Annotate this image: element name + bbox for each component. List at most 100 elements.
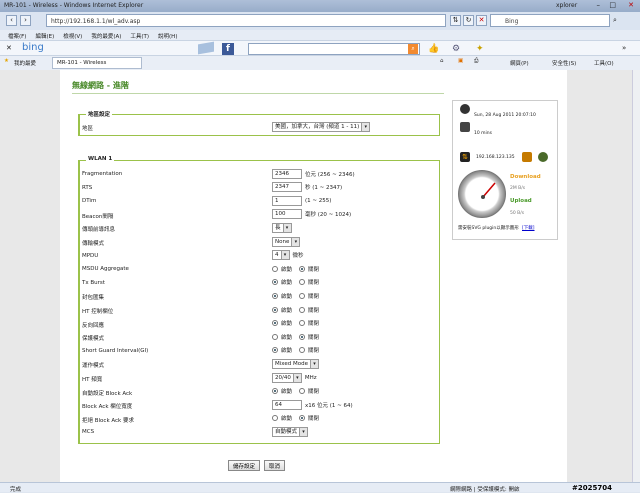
bing-search-input[interactable] xyxy=(248,43,420,55)
setting-select[interactable]: 20/40 ▾ xyxy=(272,372,302,383)
mail-icon[interactable] xyxy=(198,41,214,55)
bing-search-button[interactable]: ⌕ xyxy=(408,44,418,54)
close-toolbar-icon[interactable]: ✕ xyxy=(6,44,12,52)
home-icon[interactable]: ⌂ xyxy=(440,58,444,64)
gauge-needle xyxy=(481,182,496,199)
setting-input[interactable]: 64 xyxy=(272,399,302,410)
chevron-down-icon: ▾ xyxy=(282,223,291,232)
setting-select[interactable]: None ▾ xyxy=(272,236,301,247)
setting-field: Mixed Mode ▾ xyxy=(272,358,319,369)
toolbar-options-icon[interactable]: » xyxy=(622,44,626,52)
setting-row: 傳頭前導訊息 長 ▾ xyxy=(82,222,442,234)
radio-enable[interactable] xyxy=(272,388,278,395)
radio-disable[interactable] xyxy=(299,306,306,313)
radio-enable[interactable] xyxy=(272,347,278,354)
setting-select[interactable]: Mixed Mode ▾ xyxy=(272,358,319,369)
refresh-icon[interactable]: ↻ xyxy=(463,15,474,26)
setting-select[interactable]: 自動模式 ▾ xyxy=(272,426,309,437)
menu-edit[interactable]: 編輯(E) xyxy=(35,32,54,40)
chevron-down-icon: ▾ xyxy=(299,427,308,436)
tab-mr101[interactable]: MR-101 - Wireless xyxy=(52,57,142,69)
setting-row: HT 頻寬 20/40 ▾ MHz xyxy=(82,372,442,384)
minimize-icon[interactable]: – xyxy=(597,1,601,9)
save-button[interactable]: 儲存設定 xyxy=(228,460,261,471)
radio-disable[interactable] xyxy=(299,333,306,340)
region-value: 美國，加拿大，台灣 (頻道 1 - 11) xyxy=(275,123,360,130)
setting-label: Beacon間隔 xyxy=(82,213,114,220)
sparkle-icon[interactable]: ✦ xyxy=(476,44,484,54)
feeds-icon[interactable]: ▣ xyxy=(458,58,463,64)
menu-help[interactable]: 說明(H) xyxy=(158,32,177,40)
radio-enable[interactable] xyxy=(272,333,278,340)
status-widget xyxy=(452,100,558,240)
radio-enable[interactable] xyxy=(272,320,278,327)
setting-input[interactable]: 2347 xyxy=(272,182,302,193)
setting-label: 保護模式 xyxy=(82,336,105,343)
setting-suffix: 位元 (256 ~ 2346) xyxy=(305,171,355,178)
radio-enable[interactable] xyxy=(272,265,278,272)
select-value: Mixed Mode xyxy=(275,360,308,367)
bing-logo: bing xyxy=(22,42,44,53)
vertical-scrollbar[interactable] xyxy=(632,70,640,482)
setting-select[interactable]: 長 ▾ xyxy=(272,222,292,233)
safety-menu[interactable]: 安全性(S) xyxy=(552,59,576,67)
facebook-icon[interactable]: f xyxy=(222,43,234,55)
radio-disable[interactable] xyxy=(299,292,306,299)
radio-enable[interactable] xyxy=(272,306,278,313)
close-window-icon[interactable]: ✕ xyxy=(628,1,634,9)
watermark: #2025704 xyxy=(572,484,612,492)
setting-field: 啟動 關閉 xyxy=(272,277,323,288)
setting-row: Beacon間隔 100 毫秒 (20 ~ 1024) xyxy=(82,209,442,221)
like-icon[interactable]: 👍 xyxy=(428,44,439,54)
menu-file[interactable]: 檔案(F) xyxy=(8,32,26,40)
setting-suffix: 微秒 xyxy=(292,253,304,260)
tools-menu[interactable]: 工具(O) xyxy=(594,59,614,67)
address-bar[interactable]: http://192.168.1.1/wl_adv.asp xyxy=(46,14,446,27)
setting-field: 啟動 關閉 xyxy=(272,386,323,397)
radio-disable[interactable] xyxy=(299,279,306,286)
forward-icon[interactable]: › xyxy=(20,15,31,26)
setting-input[interactable]: 100 xyxy=(272,209,302,220)
region-row: 地區 美國，加拿大，台灣 (頻道 1 - 11) ▾ xyxy=(82,121,442,133)
page-menu[interactable]: 網頁(P) xyxy=(510,59,529,67)
radio-enable[interactable] xyxy=(272,415,278,422)
radio-disable[interactable] xyxy=(299,320,306,327)
search-icon[interactable]: ⌕ xyxy=(613,16,617,25)
print-icon[interactable]: ⎙ xyxy=(474,58,478,65)
radio-enable[interactable] xyxy=(272,279,278,286)
radio-disable[interactable] xyxy=(299,388,306,395)
cancel-button[interactable]: 取消 xyxy=(264,460,286,471)
setting-label: Fragmentation xyxy=(82,171,123,177)
browser-search-input[interactable]: Bing xyxy=(490,14,610,27)
radio-label: 啟動 xyxy=(281,321,293,328)
select-value: 4 xyxy=(275,252,279,259)
setting-select[interactable]: 4 ▾ xyxy=(272,250,290,261)
menu-favorites[interactable]: 我的最愛(A) xyxy=(91,32,121,40)
setting-row: 運作模式 Mixed Mode ▾ xyxy=(82,358,442,370)
setting-input[interactable]: 1 xyxy=(272,195,302,206)
download-plugin-link[interactable]: [下載] xyxy=(522,225,535,231)
menu-tools[interactable]: 工具(T) xyxy=(130,32,149,40)
setting-label: Short Guard Interval(GI) xyxy=(82,347,149,354)
compat-icon[interactable]: ⇅ xyxy=(450,15,461,26)
setting-label: 傳頭前導訊息 xyxy=(82,227,116,234)
select-value: 長 xyxy=(275,224,281,231)
radio-disable[interactable] xyxy=(299,415,306,422)
chevron-down-icon: ▾ xyxy=(361,122,370,131)
maximize-icon[interactable]: □ xyxy=(609,1,616,9)
menu-view[interactable]: 檢視(V) xyxy=(63,32,82,40)
region-select[interactable]: 美國，加拿大，台灣 (頻道 1 - 11) ▾ xyxy=(272,121,371,132)
radio-disable[interactable] xyxy=(299,265,306,272)
setting-input[interactable]: 2346 xyxy=(272,168,302,179)
radio-enable[interactable] xyxy=(272,292,278,299)
setting-field: 100 毫秒 (20 ~ 1024) xyxy=(272,209,351,220)
setting-label: HT 頻寬 xyxy=(82,377,103,383)
title-divider xyxy=(72,93,444,94)
uptime-text: 10 mins xyxy=(474,131,492,136)
star-icon[interactable]: ★ xyxy=(4,58,9,64)
favorites-label[interactable]: 我的最愛 xyxy=(14,59,36,67)
radio-disable[interactable] xyxy=(299,347,306,354)
stop-icon[interactable]: ✕ xyxy=(476,15,487,26)
gear-icon[interactable]: ⚙ xyxy=(452,44,460,54)
back-icon[interactable]: ‹ xyxy=(6,15,17,26)
